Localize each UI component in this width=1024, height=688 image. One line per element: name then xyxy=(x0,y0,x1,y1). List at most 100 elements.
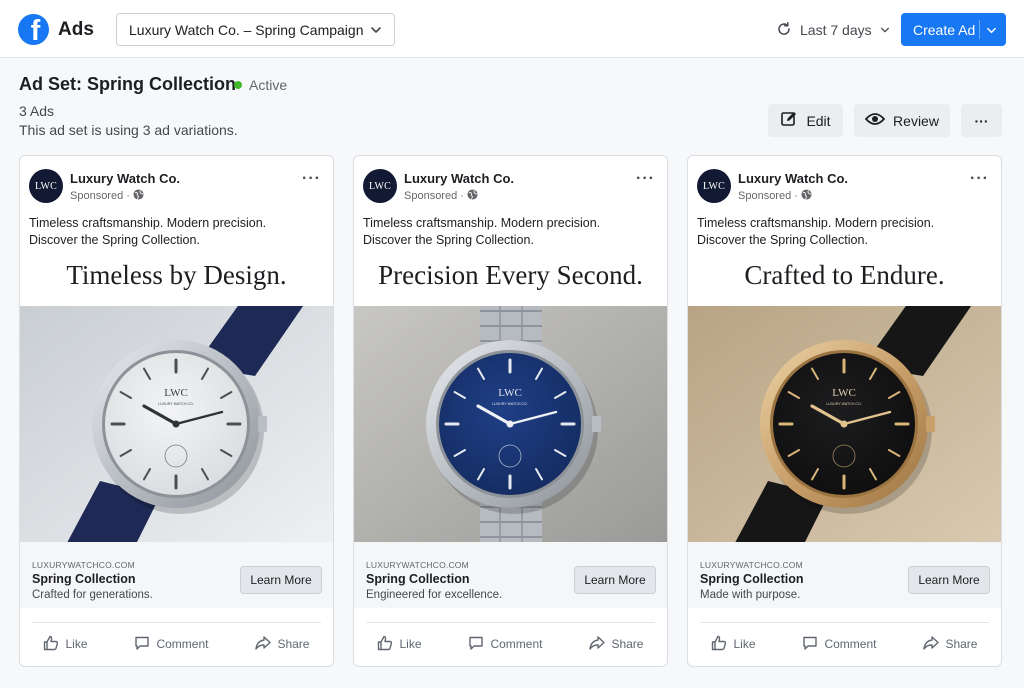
learn-more-button[interactable]: Learn More xyxy=(240,566,322,594)
globe-icon xyxy=(801,189,812,203)
date-range-select[interactable]: Last 7 days xyxy=(776,18,890,42)
like-button[interactable]: Like xyxy=(377,635,422,654)
comment-label: Comment xyxy=(824,637,877,651)
comment-icon xyxy=(802,635,818,654)
post-more-button[interactable]: ··· xyxy=(302,170,321,188)
top-bar: f Ads Luxury Watch Co. – Spring Campaign… xyxy=(0,0,1024,58)
post-header: LWC Luxury Watch Co. Sponsored · ··· xyxy=(20,156,333,208)
share-icon xyxy=(923,635,940,654)
link-preview[interactable]: LUXURYWATCHCO.COM Spring Collection Engi… xyxy=(354,542,667,608)
ad-copy-line: Timeless craftsmanship. Modern precision… xyxy=(29,216,267,230)
comment-button[interactable]: Comment xyxy=(134,635,208,654)
post-actions: Like Comment Share xyxy=(354,626,667,662)
more-options-button[interactable]: ··· xyxy=(961,104,1002,137)
link-domain: LUXURYWATCHCO.COM xyxy=(700,560,803,570)
comment-label: Comment xyxy=(156,637,209,651)
link-title: Spring Collection xyxy=(700,572,804,586)
share-icon xyxy=(255,635,272,654)
avatar[interactable]: LWC xyxy=(363,169,397,203)
svg-text:LWC: LWC xyxy=(498,387,522,399)
creative-headline: Crafted to Endure. xyxy=(744,260,945,290)
create-ad-button[interactable]: Create Ad xyxy=(901,13,1006,46)
link-description: Crafted for generations. xyxy=(32,589,153,601)
ad-primary-text: Timeless craftsmanship. Modern precision… xyxy=(363,215,661,249)
sponsored-text: Sponsored · xyxy=(70,190,130,202)
comment-icon xyxy=(134,635,150,654)
share-label: Share xyxy=(945,637,978,651)
ad-preview-card-3: LWC Luxury Watch Co. Sponsored · ··· Tim… xyxy=(687,155,1002,667)
chevron-down-icon[interactable] xyxy=(986,23,997,39)
sponsored-label: Sponsored · xyxy=(738,189,812,203)
review-label: Review xyxy=(893,112,939,129)
page-name[interactable]: Luxury Watch Co. xyxy=(404,171,514,186)
thumbs-up-icon xyxy=(377,635,393,654)
like-label: Like xyxy=(733,637,756,651)
learn-more-button[interactable]: Learn More xyxy=(908,566,990,594)
share-button[interactable]: Share xyxy=(255,635,309,654)
avatar[interactable]: LWC xyxy=(29,169,63,203)
page-name[interactable]: Luxury Watch Co. xyxy=(70,171,180,186)
adset-description: This ad set is using 3 ad variations. xyxy=(19,122,238,138)
ad-creative-image[interactable]: LWC LUXURY WATCH CO. xyxy=(354,306,667,542)
sponsored-label: Sponsored · xyxy=(404,189,478,203)
globe-icon xyxy=(467,189,478,203)
link-description: Made with purpose. xyxy=(700,589,801,601)
edit-button[interactable]: Edit xyxy=(768,104,843,137)
edit-icon xyxy=(780,110,798,131)
share-icon xyxy=(589,635,606,654)
post-more-button[interactable]: ··· xyxy=(970,170,989,188)
svg-text:LWC: LWC xyxy=(164,387,188,399)
creative-headline: Precision Every Second. xyxy=(378,260,643,290)
ad-creative-image[interactable]: LWC LUXURY WATCH CO. xyxy=(20,306,333,542)
date-range-label: Last 7 days xyxy=(800,22,872,38)
edit-label: Edit xyxy=(806,112,831,129)
like-button[interactable]: Like xyxy=(711,635,756,654)
ad-copy-line: Discover the Spring Collection. xyxy=(697,233,868,247)
campaign-select[interactable]: Luxury Watch Co. – Spring Campaign xyxy=(116,13,395,46)
learn-more-button[interactable]: Learn More xyxy=(574,566,656,594)
share-button[interactable]: Share xyxy=(923,635,977,654)
thumbs-up-icon xyxy=(711,635,727,654)
avatar[interactable]: LWC xyxy=(697,169,731,203)
sponsored-text: Sponsored · xyxy=(738,190,798,202)
post-actions: Like Comment Share xyxy=(20,626,333,662)
post-header: LWC Luxury Watch Co. Sponsored · ··· xyxy=(688,156,1001,208)
divider xyxy=(700,622,989,623)
facebook-logo[interactable]: f xyxy=(18,14,49,45)
page-name[interactable]: Luxury Watch Co. xyxy=(738,171,848,186)
ad-creative-image[interactable]: LWC LUXURY WATCH CO. xyxy=(688,306,1001,542)
svg-text:LUXURY WATCH CO.: LUXURY WATCH CO. xyxy=(158,402,194,406)
ad-count: 3 Ads xyxy=(19,103,55,119)
svg-text:LWC: LWC xyxy=(832,387,856,399)
post-more-button[interactable]: ··· xyxy=(636,170,655,188)
comment-icon xyxy=(468,635,484,654)
post-actions: Like Comment Share xyxy=(688,626,1001,662)
divider xyxy=(32,622,321,623)
comment-button[interactable]: Comment xyxy=(802,635,876,654)
share-label: Share xyxy=(611,637,644,651)
link-title: Spring Collection xyxy=(32,572,136,586)
like-label: Like xyxy=(65,637,88,651)
ad-copy-line: Timeless craftsmanship. Modern precision… xyxy=(363,216,601,230)
globe-icon xyxy=(133,189,144,203)
app-title: Ads xyxy=(58,19,94,40)
like-button[interactable]: Like xyxy=(43,635,88,654)
link-preview[interactable]: LUXURYWATCHCO.COM Spring Collection Made… xyxy=(688,542,1001,608)
comment-button[interactable]: Comment xyxy=(468,635,542,654)
review-button[interactable]: Review xyxy=(854,104,950,137)
status-badge: Active xyxy=(234,77,287,93)
post-header: LWC Luxury Watch Co. Sponsored · ··· xyxy=(354,156,667,208)
ad-copy-line: Timeless craftsmanship. Modern precision… xyxy=(697,216,935,230)
link-preview[interactable]: LUXURYWATCHCO.COM Spring Collection Craf… xyxy=(20,542,333,608)
chevron-down-icon xyxy=(880,22,890,38)
page-title: Ad Set: Spring Collection xyxy=(19,74,237,94)
ad-primary-text: Timeless craftsmanship. Modern precision… xyxy=(29,215,327,249)
share-label: Share xyxy=(277,637,310,651)
more-icon: ··· xyxy=(974,112,989,129)
sponsored-label: Sponsored · xyxy=(70,189,144,203)
like-label: Like xyxy=(399,637,422,651)
divider xyxy=(366,622,655,623)
link-domain: LUXURYWATCHCO.COM xyxy=(32,560,135,570)
share-button[interactable]: Share xyxy=(589,635,643,654)
svg-text:LUXURY WATCH CO.: LUXURY WATCH CO. xyxy=(492,402,528,406)
